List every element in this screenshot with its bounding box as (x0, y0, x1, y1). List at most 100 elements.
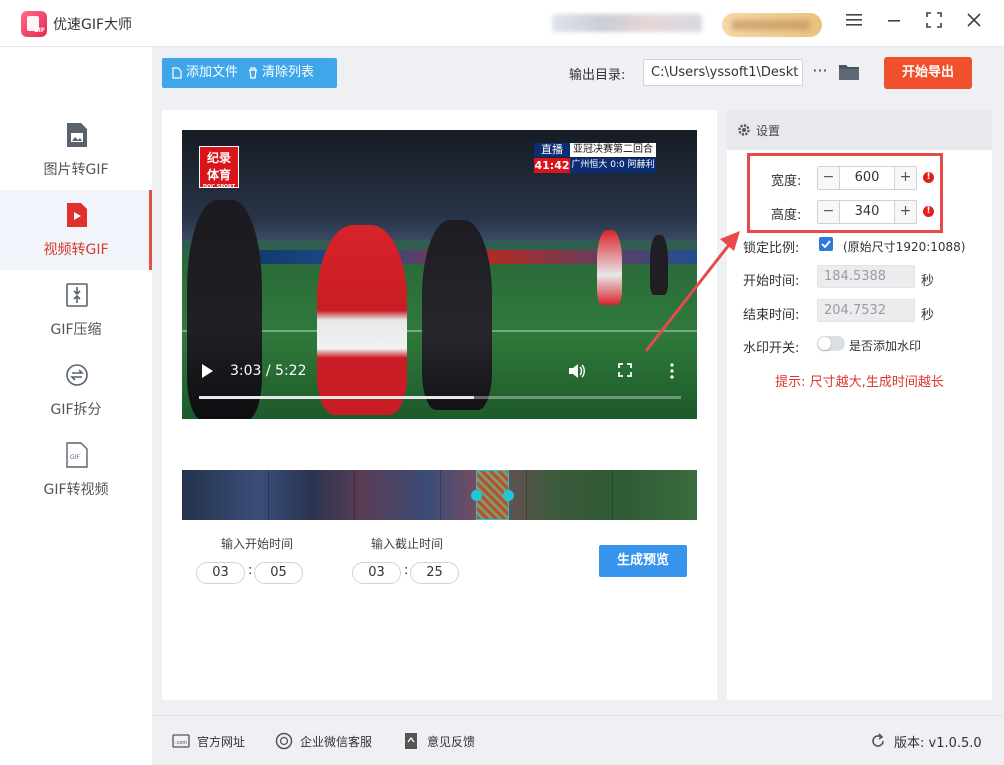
minimize-icon[interactable] (883, 12, 905, 34)
sidebar-item-label: 图片转GIF (43, 162, 109, 178)
user-info-blurred[interactable] (552, 14, 702, 32)
wechat-icon (275, 732, 293, 750)
version-label: 版本: v1.0.5.0 (894, 735, 982, 751)
wechat-support-link[interactable]: 企业微信客服 (275, 731, 372, 751)
end-second-input[interactable]: 25 (410, 562, 459, 584)
video-player[interactable]: 纪录 体育 DOC SPORT 直播 亚冠决赛第二回合 41:42 广州恒大 0… (182, 130, 697, 419)
sidebar-item-video-to-gif[interactable]: 视频转GIF (0, 190, 152, 270)
width-value[interactable]: 600 (840, 167, 894, 189)
svg-text:.com: .com (175, 740, 187, 746)
clear-list-button[interactable]: 清除列表 (238, 58, 314, 88)
channel-logo-small: DOC SPORT (202, 184, 236, 190)
start-minute-input[interactable]: 03 (196, 562, 245, 584)
title-bar: GIF 优速GIF大师 (0, 0, 1004, 47)
generate-preview-button[interactable]: 生成预览 (599, 545, 687, 577)
match-score: 广州恒大 0:0 阿赫利 (570, 158, 656, 173)
watermark-label: 水印开关: (743, 341, 800, 356)
end-time-label: 输入截止时间 (370, 537, 443, 551)
selection-start-handle[interactable] (471, 490, 482, 501)
selection-end-handle[interactable] (503, 490, 514, 501)
start-time-colon: : (248, 563, 253, 578)
toolbar: 添加文件 清除列表 输出目录: C:\Users\yssoft1\Deskt ·… (152, 47, 1004, 97)
height-increase-button[interactable]: + (894, 201, 916, 223)
folder-icon[interactable] (838, 63, 860, 81)
compress-icon (66, 283, 88, 307)
channel-logo: 纪录 体育 DOC SPORT (199, 146, 239, 190)
end-time-colon: : (404, 563, 409, 578)
height-stepper[interactable]: − 340 + (817, 200, 917, 224)
video-progress-fill (199, 396, 474, 399)
version-info[interactable]: 版本: v1.0.5.0 (869, 731, 982, 751)
start-export-button[interactable]: 开始导出 (884, 57, 972, 89)
watermark-text: 是否添加水印 (849, 339, 922, 353)
close-icon[interactable] (963, 12, 985, 34)
width-decrease-button[interactable]: − (818, 167, 840, 189)
file-button-group: 添加文件 清除列表 (162, 58, 337, 88)
scoreboard-overlay: 直播 亚冠决赛第二回合 41:42 广州恒大 0:0 阿赫利 (534, 143, 656, 173)
match-title: 亚冠决赛第二回合 (570, 143, 656, 157)
start-second-input[interactable]: 05 (254, 562, 303, 584)
maximize-icon[interactable] (923, 12, 945, 34)
feedback-label: 意见反馈 (427, 734, 476, 749)
width-increase-button[interactable]: + (894, 167, 916, 189)
menu-icon[interactable] (843, 12, 865, 34)
width-stepper[interactable]: − 600 + (817, 166, 917, 190)
check-icon (821, 240, 831, 249)
sidebar-item-label: GIF转视频 (43, 482, 109, 498)
timeline-selection[interactable] (471, 470, 514, 520)
settings-header: 设置 (727, 110, 992, 150)
feedback-link[interactable]: 意见反馈 (402, 731, 475, 751)
image-file-icon (67, 123, 87, 147)
watermark-toggle[interactable] (817, 336, 845, 351)
app-title: 优速GIF大师 (53, 17, 133, 33)
sidebar: 图片转GIF 视频转GIF GIF压缩 GIF拆分 GIF GIF转视频 (0, 47, 152, 765)
website-label: 官方网址 (197, 734, 246, 749)
gear-icon (738, 124, 750, 136)
refresh-icon (872, 733, 884, 747)
feedback-icon (405, 733, 417, 749)
height-value[interactable]: 340 (840, 201, 894, 223)
play-icon[interactable] (200, 363, 214, 379)
file-icon (172, 67, 182, 79)
trash-icon (249, 67, 258, 79)
volume-icon[interactable] (568, 363, 586, 379)
timeline-filmstrip[interactable] (182, 470, 697, 520)
output-path-input[interactable]: C:\Users\yssoft1\Deskt (643, 59, 803, 86)
footer-bar: .com 官方网址 企业微信客服 意见反馈 版本: v1.0.5.0 (152, 715, 1004, 765)
width-label: 宽度: (771, 174, 802, 189)
sidebar-item-label: 视频转GIF (43, 242, 109, 258)
more-options-icon[interactable] (669, 363, 675, 379)
website-link[interactable]: .com 官方网址 (172, 731, 245, 751)
end-minute-input[interactable]: 03 (352, 562, 401, 584)
video-time: 3:03 / 5:22 (230, 363, 307, 379)
end-seconds-unit: 秒 (921, 308, 935, 323)
sidebar-item-image-to-gif[interactable]: 图片转GIF (0, 110, 152, 190)
vip-badge-blurred[interactable] (722, 13, 822, 37)
height-label: 高度: (771, 208, 802, 223)
fullscreen-icon[interactable] (618, 363, 632, 377)
video-file-icon (67, 203, 87, 227)
settings-panel: 设置 宽度: − 600 + ! 高度: − 340 + ! 锁定比例: (原始… (727, 110, 992, 700)
output-dir-label: 输出目录: (569, 68, 626, 83)
clear-list-label: 清除列表 (262, 65, 315, 80)
size-hint-text: 提示: 尺寸越大,生成时间越长 (775, 375, 944, 390)
lock-ratio-checkbox[interactable] (819, 237, 833, 251)
sidebar-item-gif-to-video[interactable]: GIF GIF转视频 (0, 430, 152, 510)
sidebar-item-gif-compress[interactable]: GIF压缩 (0, 270, 152, 350)
height-decrease-button[interactable]: − (818, 201, 840, 223)
wechat-label: 企业微信客服 (300, 734, 373, 749)
video-panel: 纪录 体育 DOC SPORT 直播 亚冠决赛第二回合 41:42 广州恒大 0… (162, 110, 717, 700)
annotation-arrow (644, 231, 740, 352)
start-time-label: 输入开始时间 (220, 537, 293, 551)
start-time-field: 184.5388 (817, 265, 915, 288)
end-time-setting-label: 结束时间: (743, 308, 800, 323)
svg-text:GIF: GIF (70, 454, 80, 461)
end-time-field: 204.7532 (817, 299, 915, 322)
video-progress-bar[interactable] (199, 396, 681, 399)
lock-ratio-label: 锁定比例: (743, 241, 800, 256)
split-icon (66, 364, 88, 386)
add-files-button[interactable]: 添加文件 (162, 58, 238, 88)
width-warning-icon: ! (923, 172, 934, 183)
browse-more-button[interactable]: ··· (809, 59, 831, 86)
sidebar-item-gif-split[interactable]: GIF拆分 (0, 350, 152, 430)
